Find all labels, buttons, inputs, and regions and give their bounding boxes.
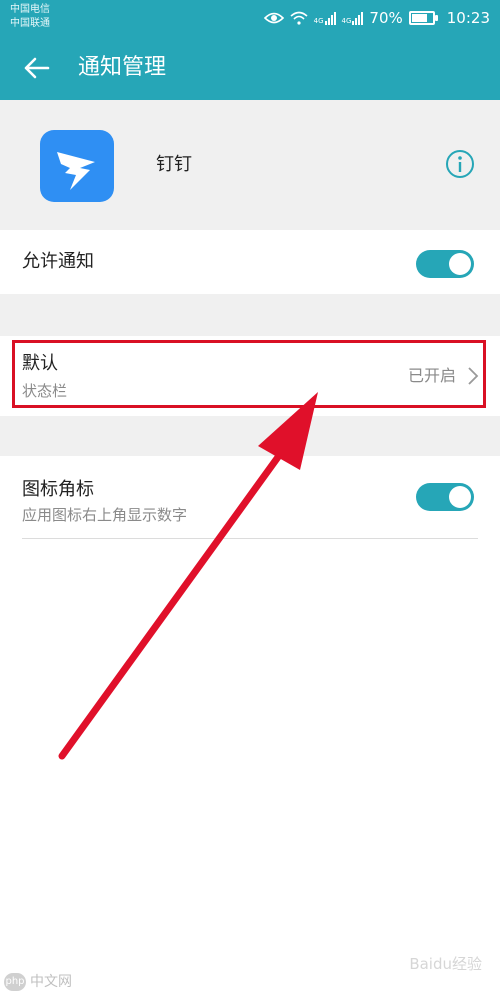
status-icons: 4G 4G 70% 10:23 [263, 8, 490, 28]
php-logo: php [4, 973, 26, 991]
carrier-primary: 中国电信 [10, 4, 50, 15]
app-name: 钉钉 [156, 154, 192, 175]
network-type-label: 4G [341, 17, 352, 25]
default-channel-title: 默认 [22, 353, 58, 374]
app-info-row: 钉钉 [0, 100, 500, 230]
battery-icon [408, 11, 438, 25]
back-button[interactable] [18, 48, 58, 88]
watermark-left-text: 中文网 [30, 974, 72, 990]
section-gap [0, 416, 500, 456]
icon-badge-title: 图标角标 [22, 479, 94, 500]
watermark-right: Baidu经验 [409, 955, 482, 973]
signal-icon: 4G [342, 11, 364, 25]
eye-icon [263, 12, 284, 24]
toggle-knob [449, 253, 471, 275]
allow-notification-toggle[interactable] [416, 250, 474, 278]
info-icon [446, 150, 474, 178]
default-channel-subtitle: 状态栏 [22, 382, 68, 400]
back-arrow-icon [24, 57, 50, 79]
dingtalk-logo-icon [40, 130, 114, 202]
toggle-knob [449, 486, 471, 508]
section-gap [0, 294, 500, 336]
toolbar: 通知管理 [0, 40, 500, 96]
divider [22, 538, 478, 539]
signal-icon: 4G [314, 11, 336, 25]
app-header: 中国电信 中国联通 4G 4G 70% 10:23 通知管理 [0, 0, 500, 100]
icon-badge-row: 图标角标 应用图标右上角显示数字 [0, 456, 500, 540]
clock: 10:23 [446, 9, 490, 27]
dingtalk-wing-icon [57, 152, 95, 190]
chevron-right-icon [468, 367, 479, 385]
icon-badge-toggle[interactable] [416, 483, 474, 511]
page-title: 通知管理 [78, 55, 167, 80]
network-type-label: 4G [313, 17, 324, 25]
default-channel-row[interactable]: 默认 状态栏 已开启 [0, 336, 500, 416]
battery-percent: 70% [369, 9, 403, 27]
carrier-secondary: 中国联通 [10, 18, 50, 29]
wifi-icon [290, 11, 308, 25]
watermark-left: php 中文网 [4, 972, 72, 992]
app-info-button[interactable] [444, 148, 476, 180]
default-channel-value: 已开启 [407, 366, 456, 385]
allow-notification-row: 允许通知 [0, 230, 500, 294]
icon-badge-subtitle: 应用图标右上角显示数字 [22, 506, 188, 524]
status-bar: 中国电信 中国联通 4G 4G 70% 10:23 [0, 0, 500, 36]
allow-notification-label: 允许通知 [22, 251, 94, 272]
